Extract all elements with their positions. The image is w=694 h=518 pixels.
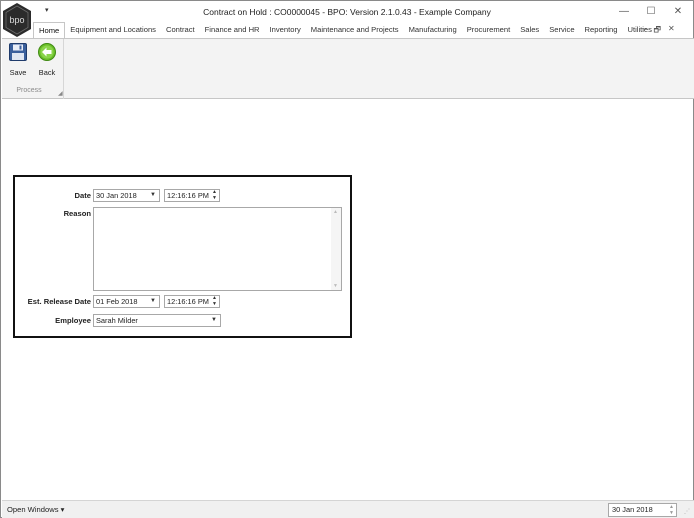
date-time-value: 12:16:16 PM: [167, 191, 209, 200]
reason-scrollbar[interactable]: ▲ ▼: [331, 208, 341, 290]
title-bar: ▾ Contract on Hold : CO0000045 - BPO: Ve…: [1, 1, 693, 23]
app-logo-icon[interactable]: bpo: [2, 2, 32, 38]
reason-textarea[interactable]: ▲ ▼: [93, 207, 342, 291]
ribbon-tabs: Home Equipment and Locations Contract Fi…: [33, 22, 657, 39]
tab-equipment-and-locations[interactable]: Equipment and Locations: [65, 22, 161, 38]
ribbon-group-process: Save Back Process ◢: [2, 39, 64, 99]
release-date-picker[interactable]: 01 Feb 2018 ▼: [93, 295, 160, 308]
contract-hold-form: Date 30 Jan 2018 ▼ 12:16:16 PM ▲ ▼ Reason…: [13, 175, 352, 338]
scroll-down-icon[interactable]: ▼: [333, 283, 338, 289]
status-bar: Open Windows ▾ 30 Jan 2018 ▲ ▼ ⋰: [2, 500, 694, 518]
window-title: Contract on Hold : CO0000045 - BPO: Vers…: [203, 7, 491, 17]
chevron-down-icon[interactable]: ▼: [150, 296, 156, 307]
date-picker[interactable]: 30 Jan 2018 ▼: [93, 189, 160, 202]
save-icon: [9, 43, 27, 61]
release-time-spinner[interactable]: 12:16:16 PM ▲ ▼: [164, 295, 220, 308]
chevron-down-icon: ▾: [60, 505, 65, 514]
dialog-launcher-icon[interactable]: ◢: [58, 90, 63, 97]
back-button[interactable]: Back: [33, 41, 61, 77]
reason-label: Reason: [63, 209, 91, 218]
spin-arrows-icon[interactable]: ▲ ▼: [211, 190, 218, 201]
tab-maintenance-and-projects[interactable]: Maintenance and Projects: [306, 22, 404, 38]
date-value: 30 Jan 2018: [96, 191, 137, 200]
spin-arrows-icon[interactable]: ▲ ▼: [668, 505, 675, 516]
chevron-down-icon[interactable]: ▼: [150, 190, 156, 201]
tab-manufacturing[interactable]: Manufacturing: [404, 22, 462, 38]
open-windows-menu[interactable]: Open Windows ▾: [7, 505, 64, 514]
tab-procurement[interactable]: Procurement: [462, 22, 515, 38]
open-windows-label: Open Windows: [7, 505, 59, 514]
back-label: Back: [38, 68, 56, 77]
tab-finance-and-hr[interactable]: Finance and HR: [200, 22, 265, 38]
close-button[interactable]: ✕: [669, 4, 687, 18]
release-time-value: 12:16:16 PM: [167, 297, 209, 306]
employee-value: Sarah Milder: [96, 316, 138, 325]
tab-contract[interactable]: Contract: [161, 22, 200, 38]
mdi-restore-button[interactable]: 🗗: [653, 24, 661, 38]
status-date-field[interactable]: 30 Jan 2018 ▲ ▼: [608, 503, 677, 517]
employee-label: Employee: [55, 316, 91, 325]
resize-grip-icon[interactable]: ⋰: [684, 508, 690, 515]
tab-inventory[interactable]: Inventory: [265, 22, 306, 38]
spin-arrows-icon[interactable]: ▲ ▼: [211, 296, 218, 307]
date-label: Date: [74, 191, 91, 200]
ribbon-panel: Save Back Process ◢: [2, 38, 694, 99]
tab-reporting[interactable]: Reporting: [580, 22, 623, 38]
date-time-spinner[interactable]: 12:16:16 PM ▲ ▼: [164, 189, 220, 202]
ribbon-group-label: Process: [16, 87, 42, 94]
release-date-value: 01 Feb 2018: [96, 297, 138, 306]
status-date-value: 30 Jan 2018: [612, 505, 653, 514]
save-button[interactable]: Save: [4, 41, 32, 77]
save-label: Save: [9, 68, 27, 77]
minimize-button[interactable]: —: [615, 4, 633, 18]
mdi-controls: – 🗗 ✕: [642, 24, 675, 38]
back-arrow-icon: [38, 43, 56, 61]
tab-service[interactable]: Service: [544, 22, 579, 38]
tab-sales[interactable]: Sales: [515, 22, 544, 38]
scroll-up-icon[interactable]: ▲: [333, 209, 338, 215]
employee-dropdown[interactable]: Sarah Milder ▼: [93, 314, 221, 327]
chevron-down-icon[interactable]: ▼: [211, 315, 217, 326]
release-date-label: Est. Release Date: [27, 297, 91, 306]
mdi-minimize-button[interactable]: –: [642, 24, 646, 38]
tab-home[interactable]: Home: [33, 22, 66, 39]
maximize-button[interactable]: ☐: [642, 4, 660, 18]
app-window: ▾ Contract on Hold : CO0000045 - BPO: Ve…: [0, 0, 694, 518]
logo-text: bpo: [9, 15, 24, 25]
mdi-close-button[interactable]: ✕: [668, 24, 675, 38]
